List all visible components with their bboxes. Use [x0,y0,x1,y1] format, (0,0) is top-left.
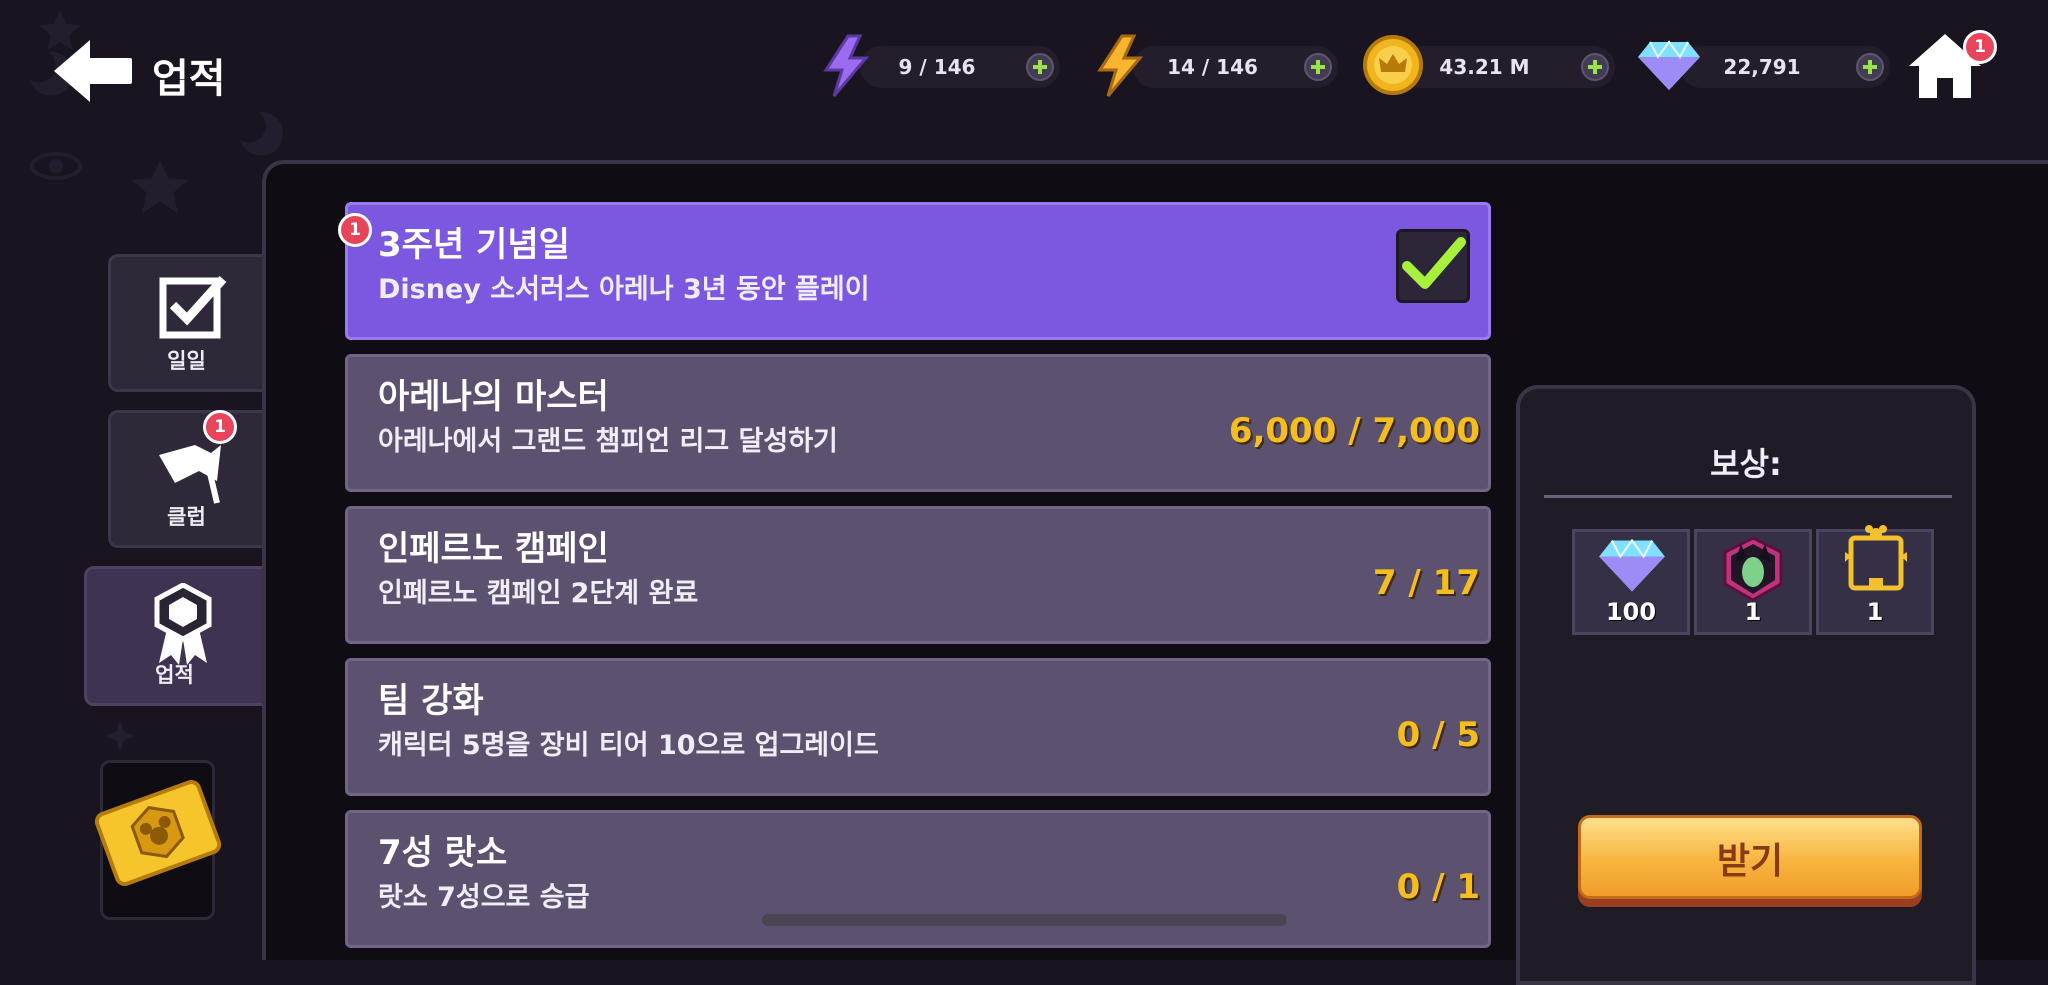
achievement-item-inferno-campaign[interactable]: 인페르노 캠페인 인페르노 캠페인 2단계 완료 7 / 17 [345,506,1491,644]
reward-panel: 보상: 100 1 1 받기 [1516,385,1976,985]
achievement-title: 7성 랏소 [378,833,508,873]
achievement-notification-badge: 1 [338,213,372,247]
page-title: 업적 [152,56,226,102]
reward-quantity: 1 [1866,598,1884,626]
home-notification-badge: 1 [1963,30,1997,64]
tab-club[interactable]: 클럽 [108,410,262,548]
coins-value: 43.21 M [1439,55,1530,79]
achievement-progress: 0 / 1 [1396,867,1480,907]
resource-purple-energy: 9 / 146 [860,46,1060,88]
achievement-item-lotso-7star[interactable]: 7성 랏소 랏소 7성으로 승급 0 / 1 [345,810,1491,948]
reward-quantity: 100 [1605,598,1657,626]
reward-item-frame[interactable]: 1 [1816,525,1934,635]
achievement-title: 팀 강화 [378,681,484,721]
reward-item-gems[interactable]: 100 [1572,529,1690,635]
back-button[interactable] [50,38,135,104]
mickey-ticket-icon[interactable] [88,778,228,888]
tab-daily[interactable]: 일일 [108,254,262,392]
reward-divider [1544,495,1952,498]
achievement-description: 인페르노 캠페인 2단계 완료 [378,578,699,609]
maleficent-portrait-icon [1723,536,1783,602]
add-gems-button[interactable] [1856,53,1884,81]
reward-item-portrait[interactable]: 1 [1694,529,1812,635]
achievement-title: 3주년 기념일 [378,225,570,265]
diamond-icon [1599,538,1665,592]
gems-value: 22,791 [1723,55,1801,79]
medal-icon [154,583,212,665]
achievement-description: 랏소 7성으로 승급 [378,882,590,913]
achievement-progress: 7 / 17 [1372,563,1480,603]
resource-gold-energy: 14 / 146 [1133,46,1338,88]
diamond-icon [1638,40,1700,90]
achievement-progress: 0 / 5 [1396,715,1480,755]
achievement-item-team-upgrade[interactable]: 팀 강화 캐릭터 5명을 장비 티어 10으로 업그레이드 0 / 5 [345,658,1491,796]
resource-gems: 22,791 [1680,46,1890,88]
achievement-item-arena-master[interactable]: 아레나의 마스터 아레나에서 그랜드 챔피언 리그 달성하기 6,000 / 7… [345,354,1491,492]
achievement-description: Disney 소서러스 아레나 3년 동안 플레이 [378,274,870,305]
achievement-title: 인페르노 캠페인 [378,529,609,569]
tab-achievements[interactable]: 업적 [84,566,262,706]
purple-energy-value: 9 / 146 [898,55,976,79]
claim-button-label: 받기 [1716,841,1784,882]
gold-coin-icon [1363,35,1423,95]
gold-energy-value: 14 / 146 [1167,55,1258,79]
lightning-purple-icon [823,34,870,97]
achievement-item-anniversary[interactable]: 3주년 기념일 Disney 소서러스 아레나 3년 동안 플레이 1 [338,202,1491,340]
achievement-description: 캐릭터 5명을 장비 티어 10으로 업그레이드 [378,730,879,761]
reward-title: 보상: [1710,445,1782,483]
achievement-progress: 6,000 / 7,000 [1228,411,1480,451]
golden-frame-icon [1845,525,1907,591]
resource-coins: 43.21 M [1400,46,1615,88]
add-purple-energy-button[interactable] [1026,53,1054,81]
achievement-description: 아레나에서 그랜드 챔피언 리그 달성하기 [378,426,838,457]
lightning-gold-icon [1097,34,1144,97]
back-arrow-icon [54,40,132,102]
checkbox-icon [159,275,227,339]
completed-check-icon [1396,229,1470,303]
list-scrollbar[interactable] [762,914,1287,926]
add-gold-energy-button[interactable] [1304,53,1332,81]
achievement-title: 아레나의 마스터 [378,377,609,417]
tab-achievements-label: 업적 [155,663,194,687]
claim-button[interactable]: 받기 [1578,815,1922,899]
tab-club-label: 클럽 [167,505,206,529]
reward-quantity: 1 [1744,598,1762,626]
club-notification-badge: 1 [203,410,237,444]
flag-icon [159,445,221,504]
add-coins-button[interactable] [1581,53,1609,81]
tab-daily-label: 일일 [167,349,206,373]
